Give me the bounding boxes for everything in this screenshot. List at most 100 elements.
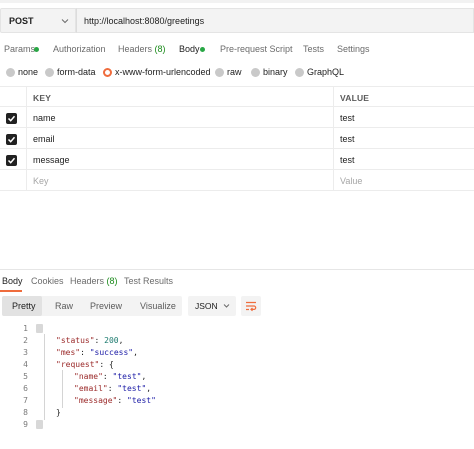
radio-circle	[45, 68, 54, 77]
radio-none-label: none	[18, 67, 39, 77]
key-cell[interactable]: message	[26, 149, 333, 170]
json-string: "test"	[117, 384, 147, 393]
fold-toggle[interactable]	[36, 324, 43, 333]
table-row: message test	[0, 149, 474, 170]
chevron-down-icon	[223, 304, 230, 308]
json-key: "request"	[56, 360, 100, 369]
response-tab-headers-label: Headers	[70, 276, 105, 286]
key-cell[interactable]: email	[26, 128, 333, 149]
radio-raw-label: raw	[227, 67, 242, 77]
checkmark-icon	[7, 115, 16, 122]
key-input[interactable]: Key	[26, 170, 333, 191]
indent-guide	[62, 370, 63, 408]
tab-authorization[interactable]: Authorization	[53, 44, 106, 54]
pretty-button[interactable]: Pretty	[2, 296, 42, 316]
pretty-label: Pretty	[12, 301, 36, 311]
method-label: POST	[9, 16, 34, 26]
line-number: 4	[23, 360, 28, 369]
visualize-label: Visualize	[140, 301, 176, 311]
value-placeholder: Value	[340, 176, 363, 186]
value-header-label: VALUE	[340, 93, 370, 103]
params-indicator-dot	[34, 47, 39, 52]
line-number: 1	[23, 324, 28, 333]
response-tab-headers-count: (8)	[106, 276, 118, 286]
row-checkbox[interactable]	[6, 155, 17, 166]
code-line: }	[56, 408, 61, 417]
url-input[interactable]: http://localhost:8080/greetings	[76, 8, 474, 33]
json-number: 200	[104, 336, 119, 345]
code-line: "status": 200,	[56, 336, 124, 345]
tab-params[interactable]: Params	[4, 44, 35, 54]
radio-circle-selected	[103, 68, 112, 77]
value-input[interactable]: Value	[333, 170, 474, 191]
row-checkbox[interactable]	[6, 113, 17, 124]
raw-button[interactable]: Raw	[44, 296, 78, 316]
row-checkbox-cell	[0, 128, 26, 149]
response-tab-cookies[interactable]: Cookies	[31, 276, 64, 286]
line-number: 2	[23, 336, 28, 345]
format-label: JSON	[195, 301, 218, 311]
tab-prerequest-script[interactable]: Pre-request Script	[220, 44, 293, 54]
value-text: test	[340, 134, 355, 144]
body-type-options: none form-data x-www-form-urlencoded raw…	[0, 64, 474, 82]
value-cell[interactable]: test	[333, 149, 474, 170]
tab-params-label: Params	[4, 44, 36, 54]
code-line: "email": "test",	[74, 384, 152, 393]
response-tab-test-results[interactable]: Test Results	[124, 276, 173, 286]
code-line: "name": "test",	[74, 372, 147, 381]
chevron-down-icon	[61, 19, 69, 24]
fold-toggle[interactable]	[36, 420, 43, 429]
key-text: email	[33, 134, 55, 144]
view-mode-group: Pretty Raw Preview Visualize	[2, 296, 182, 316]
key-cell[interactable]: name	[26, 107, 333, 128]
code-line: "mes": "success",	[56, 348, 138, 357]
line-number: 9	[23, 420, 28, 429]
checkmark-icon	[7, 157, 16, 164]
active-tab-indicator	[0, 290, 22, 292]
row-checkbox-cell	[0, 170, 26, 191]
radio-graphql-label: GraphQL	[307, 67, 345, 77]
row-checkbox-cell	[0, 149, 26, 170]
json-key: "email"	[74, 384, 108, 393]
tab-headers[interactable]: Headers (8)	[118, 44, 166, 54]
value-text: test	[340, 113, 355, 123]
line-number: 7	[23, 396, 28, 405]
radio-circle	[295, 68, 304, 77]
table-row: name test	[0, 107, 474, 128]
code-line: "request": {	[56, 360, 114, 369]
pane-divider[interactable]	[0, 269, 474, 270]
tab-settings[interactable]: Settings	[337, 44, 370, 54]
visualize-button[interactable]: Visualize	[130, 296, 182, 316]
tab-headers-label: Headers	[118, 44, 153, 54]
key-text: name	[33, 113, 56, 123]
preview-button[interactable]: Preview	[80, 296, 128, 316]
value-cell[interactable]: test	[333, 128, 474, 149]
url-text: http://localhost:8080/greetings	[84, 16, 205, 26]
response-tab-body[interactable]: Body	[2, 276, 23, 286]
json-key: "message"	[74, 396, 118, 405]
tab-body[interactable]: Body	[179, 44, 200, 54]
body-indicator-dot	[200, 47, 205, 52]
key-header-label: KEY	[33, 93, 52, 103]
line-number: 8	[23, 408, 28, 417]
json-key: "status"	[56, 336, 95, 345]
request-tabs: Params Authorization Headers (8) Body Pr…	[0, 40, 474, 62]
table-row-empty: Key Value	[0, 170, 474, 191]
format-select[interactable]: JSON	[188, 296, 236, 316]
json-string: "test"	[112, 372, 142, 381]
json-key: "name"	[74, 372, 103, 381]
line-number: 5	[23, 372, 28, 381]
key-placeholder: Key	[33, 176, 49, 186]
key-column-header: KEY	[26, 87, 333, 108]
radio-circle	[215, 68, 224, 77]
wrap-lines-button[interactable]	[241, 296, 261, 316]
method-select[interactable]: POST	[0, 8, 76, 33]
json-string: "test"	[127, 396, 156, 405]
line-number: 3	[23, 348, 28, 357]
radio-circle	[251, 68, 260, 77]
tab-tests[interactable]: Tests	[303, 44, 324, 54]
row-checkbox[interactable]	[6, 134, 17, 145]
response-tab-headers[interactable]: Headers (8)	[70, 276, 118, 286]
table-row: email test	[0, 128, 474, 149]
value-cell[interactable]: test	[333, 107, 474, 128]
